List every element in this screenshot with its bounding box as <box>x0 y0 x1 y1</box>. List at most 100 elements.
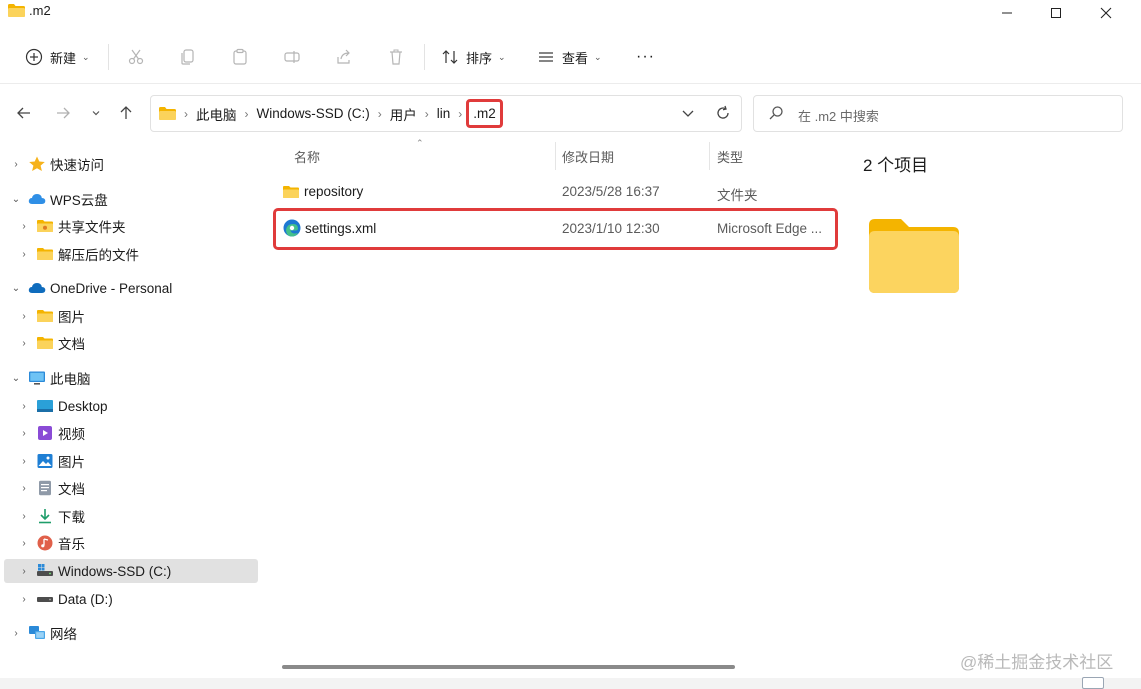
sort-label: 排序 <box>466 50 493 66</box>
refresh-button[interactable] <box>713 103 733 123</box>
watermark: @稀土掘金技术社区 <box>960 653 1114 672</box>
sidebar-item-label: 文档 <box>58 482 85 497</box>
network-icon <box>29 626 45 639</box>
chevron-right-icon[interactable]: › <box>18 593 30 605</box>
address-history-button[interactable] <box>679 104 697 122</box>
arrow-right-icon <box>57 107 70 119</box>
desktop-icon <box>37 400 53 412</box>
sidebar-item-extracted-files[interactable]: › 解压后的文件 <box>4 242 258 266</box>
chevron-down-icon[interactable]: ⌄ <box>10 193 22 205</box>
command-bar: 新建 ⌄ 排序 ⌄ 查看 ⌄ ··· <box>0 30 1141 84</box>
drive-c-icon <box>37 564 53 576</box>
chevron-right-icon[interactable]: › <box>18 220 30 232</box>
chevron-right-icon[interactable]: › <box>18 248 30 260</box>
sidebar-item-label: Desktop <box>58 398 108 414</box>
rename-button[interactable] <box>282 42 302 72</box>
breadcrumb-item[interactable]: 此电脑 <box>196 104 237 124</box>
file-row-settings[interactable]: settings.xml 2023/1/10 12:30 Microsoft E… <box>273 208 838 250</box>
folder-icon <box>8 4 25 17</box>
column-header-modified[interactable]: 修改日期 <box>562 142 702 170</box>
arrow-up-icon <box>120 106 132 119</box>
chevron-down-icon[interactable]: ⌄ <box>10 282 22 294</box>
chevron-right-icon[interactable]: › <box>18 482 30 494</box>
sidebar-item-wps-cloud[interactable]: ⌄ WPS云盘 <box>4 187 258 211</box>
back-button[interactable] <box>12 100 36 126</box>
chevron-right-icon[interactable]: › <box>18 427 30 439</box>
chevron-right-icon[interactable]: › <box>18 400 30 412</box>
cut-button[interactable] <box>126 42 146 72</box>
sidebar-item-label: Windows-SSD (C:) <box>58 563 172 579</box>
forward-button[interactable] <box>51 100 75 126</box>
recent-locations-button[interactable] <box>84 100 108 126</box>
computer-icon <box>29 371 45 385</box>
chevron-down-icon: ⌄ <box>498 51 506 62</box>
chevron-right-icon[interactable]: › <box>18 310 30 322</box>
more-button[interactable]: ··· <box>636 42 655 72</box>
close-button[interactable] <box>1083 0 1129 26</box>
chevron-right-icon[interactable]: › <box>10 158 22 170</box>
chevron-down-icon <box>92 111 100 116</box>
chevron-right-icon[interactable]: › <box>10 627 22 639</box>
sidebar-item-onedrive[interactable]: ⌄ OneDrive - Personal <box>4 276 258 300</box>
minimize-button[interactable] <box>984 0 1030 26</box>
sidebar-item-label: Data (D:) <box>58 591 113 607</box>
sidebar-item-label: 视频 <box>58 427 85 442</box>
sidebar-item-pictures[interactable]: › 图片 <box>4 449 258 473</box>
sidebar-item-drive-c[interactable]: › Windows-SSD (C:) <box>4 559 258 583</box>
address-bar[interactable]: › 此电脑 › Windows-SSD (C:) › 用户 › lin › .m… <box>150 95 742 132</box>
sidebar-item-label: 图片 <box>58 310 85 325</box>
sidebar-item-onedrive-pictures[interactable]: › 图片 <box>4 304 258 328</box>
sidebar-item-videos[interactable]: › 视频 <box>4 421 258 445</box>
sidebar-item-label: 图片 <box>58 455 85 470</box>
sidebar-item-this-pc[interactable]: ⌄ 此电脑 <box>4 366 258 390</box>
drive-d-icon <box>37 597 53 602</box>
chevron-right-icon: › <box>184 106 188 121</box>
chevron-right-icon[interactable]: › <box>18 337 30 349</box>
sidebar-item-label: WPS云盘 <box>50 193 108 208</box>
sort-button[interactable]: 排序 ⌄ <box>440 42 506 72</box>
column-divider[interactable] <box>555 142 556 170</box>
breadcrumb-item[interactable]: 用户 <box>390 104 417 124</box>
view-button[interactable]: 查看 ⌄ <box>536 42 602 72</box>
copy-button[interactable] <box>178 42 198 72</box>
paste-button[interactable] <box>230 42 250 72</box>
new-button[interactable]: 新建 ⌄ <box>24 42 90 72</box>
chevron-right-icon[interactable]: › <box>18 565 30 577</box>
scrollbar-thumb[interactable] <box>282 665 735 669</box>
column-header-type[interactable]: 类型 <box>717 142 827 170</box>
sidebar-item-quick-access[interactable]: › 快速访问 <box>4 152 258 176</box>
cloud-icon <box>28 194 46 204</box>
breadcrumb-current[interactable]: .m2 <box>466 99 503 128</box>
up-button[interactable] <box>114 100 138 126</box>
share-button[interactable] <box>334 42 354 72</box>
chevron-right-icon[interactable]: › <box>18 537 30 549</box>
sidebar-item-drive-d[interactable]: › Data (D:) <box>4 587 258 611</box>
column-header-label: 修改日期 <box>562 149 615 165</box>
details-view-button[interactable] <box>1082 677 1104 689</box>
sidebar-item-music[interactable]: › 音乐 <box>4 531 258 555</box>
chevron-right-icon[interactable]: › <box>18 455 30 467</box>
delete-button[interactable] <box>386 42 406 72</box>
folder-icon <box>37 248 53 260</box>
download-icon <box>39 509 51 524</box>
sidebar-item-onedrive-documents[interactable]: › 文档 <box>4 331 258 355</box>
rename-icon <box>282 47 302 67</box>
folder-icon <box>283 186 299 198</box>
sidebar-item-downloads[interactable]: › 下载 <box>4 504 258 528</box>
chevron-right-icon[interactable]: › <box>18 510 30 522</box>
sidebar-item-documents[interactable]: › 文档 <box>4 476 258 500</box>
maximize-button[interactable] <box>1033 0 1079 26</box>
sidebar-item-network[interactable]: › 网络 <box>4 621 258 645</box>
search-input[interactable]: 在 .m2 中搜索 <box>753 95 1123 132</box>
file-row-repository[interactable]: repository 2023/5/28 16:37 文件夹 <box>275 176 835 208</box>
column-divider[interactable] <box>709 142 710 170</box>
column-header-name[interactable]: 名称 <box>294 142 554 170</box>
chevron-down-icon[interactable]: ⌄ <box>10 372 22 384</box>
sidebar-item-shared-folder[interactable]: › 共享文件夹 <box>4 214 258 238</box>
sidebar-item-desktop[interactable]: › Desktop <box>4 394 258 418</box>
plus-circle-icon <box>24 47 44 67</box>
breadcrumb-item[interactable]: lin <box>437 106 451 121</box>
sidebar-item-label: 音乐 <box>58 537 85 552</box>
breadcrumb-item[interactable]: Windows-SSD (C:) <box>257 106 370 121</box>
file-modified: 2023/1/10 12:30 <box>562 221 660 236</box>
